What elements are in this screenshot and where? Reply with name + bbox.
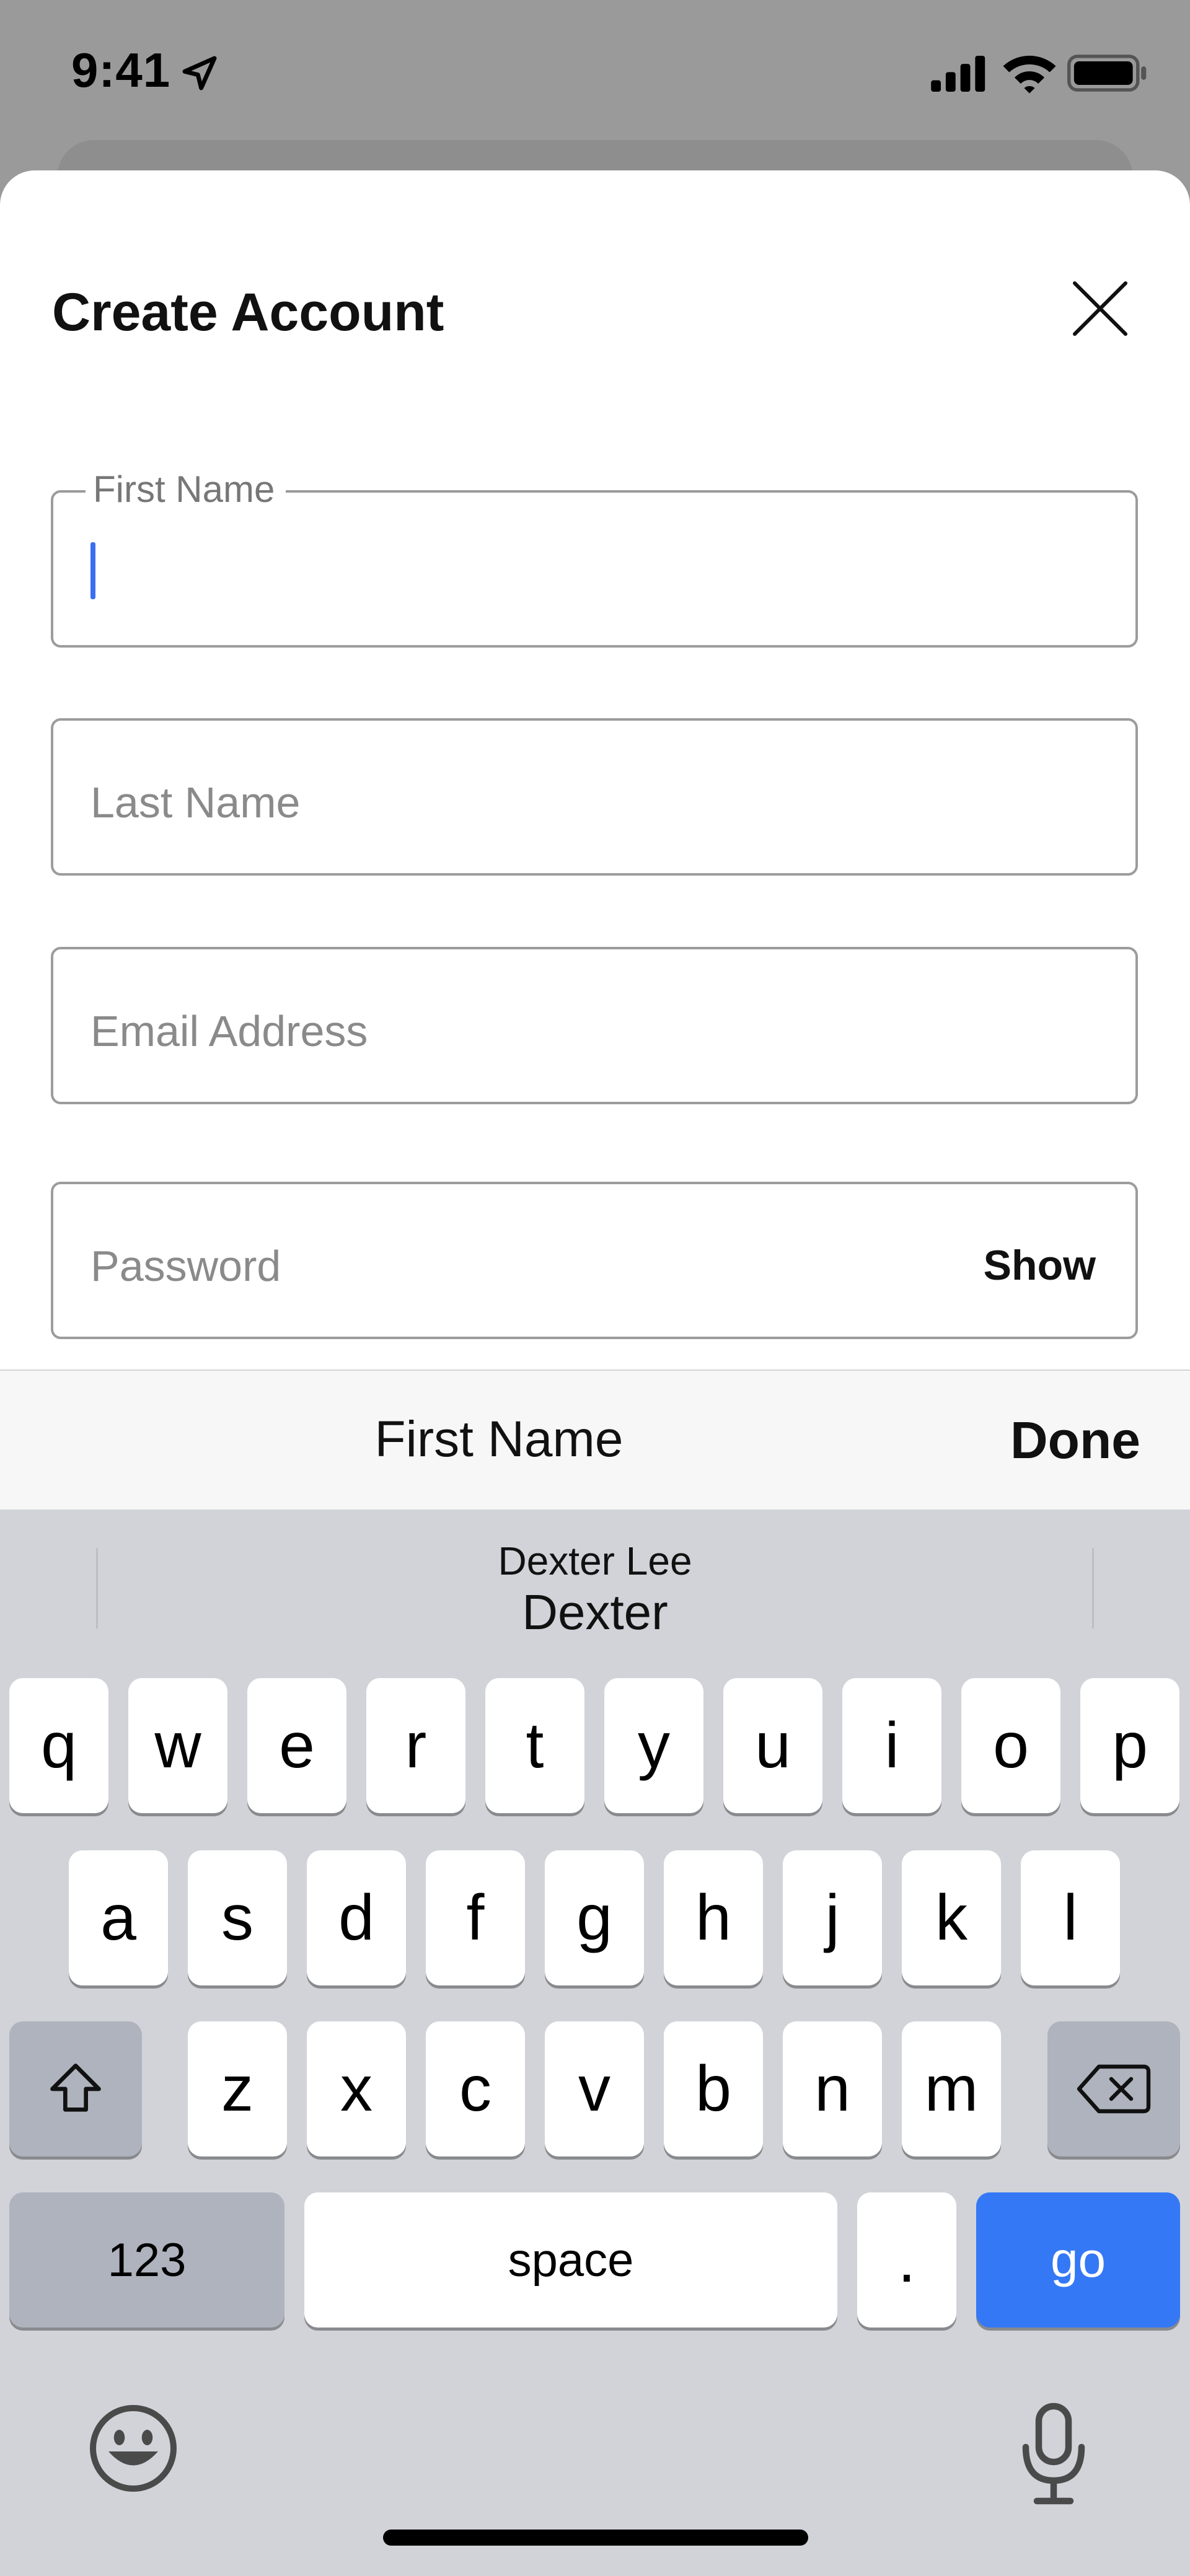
key-d[interactable]: d bbox=[307, 1850, 406, 1985]
battery-icon bbox=[1067, 55, 1147, 92]
key-e[interactable]: e bbox=[247, 1678, 346, 1813]
key-k[interactable]: k bbox=[902, 1850, 1001, 1985]
location-arrow-icon bbox=[182, 56, 217, 90]
show-password-button[interactable]: Show bbox=[984, 1241, 1096, 1290]
home-indicator[interactable] bbox=[383, 2530, 808, 2546]
key-i[interactable]: i bbox=[842, 1678, 941, 1813]
shift-icon bbox=[50, 2064, 101, 2112]
done-button[interactable]: Done bbox=[1010, 1410, 1140, 1470]
key-h[interactable]: h bbox=[664, 1850, 763, 1985]
status-bar: 9:41 bbox=[0, 0, 1190, 143]
emoji-icon[interactable] bbox=[87, 2402, 180, 2495]
keyboard-accessory-bar: First Name Done bbox=[0, 1369, 1190, 1510]
key-r[interactable]: r bbox=[366, 1678, 465, 1813]
key-n[interactable]: n bbox=[783, 2021, 882, 2156]
password-placeholder: Password bbox=[90, 1242, 281, 1290]
first-name-label: First Name bbox=[86, 468, 286, 511]
period-key[interactable]: . bbox=[857, 2192, 956, 2328]
key-g[interactable]: g bbox=[545, 1850, 644, 1985]
last-name-field[interactable]: Last Name bbox=[51, 718, 1138, 876]
key-z[interactable]: z bbox=[188, 2021, 287, 2156]
create-account-sheet: Create Account First Name Last Name Emai… bbox=[0, 170, 1190, 1369]
suggestion-first-name[interactable]: Dexter bbox=[0, 1584, 1190, 1641]
accessory-field-title: First Name bbox=[374, 1411, 624, 1467]
status-time: 9:41 bbox=[71, 43, 171, 97]
email-field[interactable]: Email Address bbox=[51, 947, 1138, 1104]
delete-key[interactable] bbox=[1047, 2021, 1180, 2156]
key-m[interactable]: m bbox=[902, 2021, 1001, 2156]
key-u[interactable]: u bbox=[723, 1678, 822, 1813]
key-w[interactable]: w bbox=[128, 1678, 227, 1813]
numbers-key[interactable]: 123 bbox=[9, 2192, 284, 2328]
key-a[interactable]: a bbox=[69, 1850, 168, 1985]
microphone-icon[interactable] bbox=[1016, 2402, 1091, 2507]
go-key[interactable]: go bbox=[976, 2192, 1180, 2328]
space-key[interactable]: space bbox=[304, 2192, 837, 2328]
password-field[interactable]: Password Show bbox=[51, 1182, 1138, 1339]
shift-key[interactable] bbox=[9, 2021, 142, 2156]
key-t[interactable]: t bbox=[485, 1678, 584, 1813]
wifi-icon bbox=[1003, 55, 1056, 94]
suggestion-bar: Dexter Lee Dexter bbox=[0, 1510, 1190, 1658]
delete-icon bbox=[1077, 2064, 1151, 2114]
key-o[interactable]: o bbox=[961, 1678, 1060, 1813]
key-s[interactable]: s bbox=[188, 1850, 287, 1985]
key-c[interactable]: c bbox=[426, 2021, 525, 2156]
first-name-field[interactable]: First Name bbox=[51, 468, 1138, 648]
suggestion-full-name[interactable]: Dexter Lee bbox=[0, 1538, 1190, 1584]
key-l[interactable]: l bbox=[1021, 1850, 1120, 1985]
key-v[interactable]: v bbox=[545, 2021, 644, 2156]
last-name-placeholder: Last Name bbox=[90, 778, 301, 827]
keyboard: Dexter Lee Dexter q w e r t y u i o p a … bbox=[0, 1510, 1190, 2576]
close-icon[interactable] bbox=[1061, 270, 1139, 348]
sheet-title: Create Account bbox=[52, 283, 444, 342]
key-q[interactable]: q bbox=[9, 1678, 108, 1813]
key-j[interactable]: j bbox=[783, 1850, 882, 1985]
email-placeholder: Email Address bbox=[90, 1007, 368, 1055]
key-x[interactable]: x bbox=[307, 2021, 406, 2156]
text-cursor bbox=[90, 542, 95, 599]
key-b[interactable]: b bbox=[664, 2021, 763, 2156]
key-p[interactable]: p bbox=[1080, 1678, 1179, 1813]
key-f[interactable]: f bbox=[426, 1850, 525, 1985]
key-y[interactable]: y bbox=[604, 1678, 703, 1813]
cellular-signal-icon bbox=[931, 56, 985, 92]
